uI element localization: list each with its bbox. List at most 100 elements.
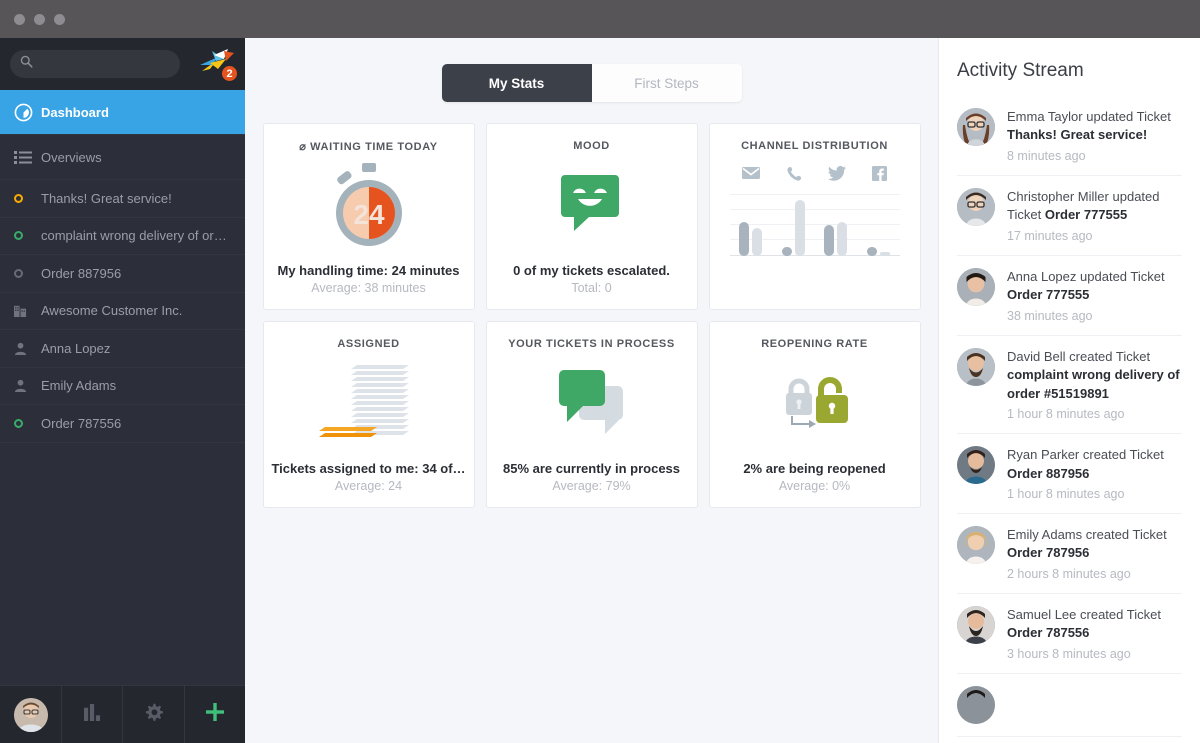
- sidebar-item-ticket-thanks[interactable]: Thanks! Great service!: [0, 180, 245, 218]
- close-window-button[interactable]: [14, 13, 25, 25]
- gear-icon: [144, 703, 163, 727]
- sidebar-item-ticket-complaint[interactable]: complaint wrong delivery of ord…: [0, 218, 245, 255]
- card-title: Mood: [573, 140, 610, 152]
- mail-icon: [742, 166, 761, 187]
- card-waiting-time: ⌀ Waiting time today 24: [262, 123, 475, 310]
- activity-text: Emma Taylor updated Ticket Thanks! Great…: [1007, 108, 1182, 145]
- activity-actor: Ryan Parker: [1007, 447, 1080, 463]
- activity-subject: Order 787956: [1007, 545, 1090, 561]
- dashboard-icon: [14, 103, 41, 122]
- card-primary-text: Tickets assigned to me: 34 of…: [271, 461, 466, 476]
- logo-cell[interactable]: 2: [188, 38, 245, 90]
- sidebar-item-label: Awesome Customer Inc.: [41, 303, 183, 319]
- app-window: 2 Dashboard Overviews Thanks! Great serv…: [0, 0, 1200, 743]
- maximize-window-button[interactable]: [54, 13, 65, 25]
- activity-actor: Samuel Lee: [1007, 606, 1077, 622]
- sidebar-item-organization[interactable]: Awesome Customer Inc.: [0, 293, 245, 330]
- activity-subject: complaint wrong delivery of order #51519…: [1007, 367, 1180, 401]
- activity-item-partial[interactable]: [957, 674, 1182, 737]
- avatar: [957, 108, 995, 146]
- card-secondary-text: Average: 0%: [778, 479, 851, 493]
- avatar: [957, 446, 995, 485]
- channel-icons: [730, 166, 900, 187]
- bar-group-phone: [781, 200, 805, 256]
- bar-twitter-average: [837, 222, 848, 256]
- activity-item[interactable]: Emma Taylor updated Ticket Thanks! Great…: [957, 96, 1182, 176]
- sidebar-item-ticket-787556[interactable]: Order 787556: [0, 405, 245, 443]
- status-ring-green-icon: [14, 231, 41, 241]
- tab-label: First Steps: [634, 75, 699, 91]
- sidebar-item-label: complaint wrong delivery of ord…: [41, 228, 231, 244]
- paper-stack-icon: [318, 362, 419, 449]
- card-title: Assigned: [337, 338, 400, 350]
- sidebar-item-user-anna-lopez[interactable]: Anna Lopez: [0, 330, 245, 368]
- bar-email-mine: [739, 222, 750, 256]
- channel-bar-chart: [729, 194, 900, 256]
- bar-facebook-average: [879, 252, 890, 256]
- activity-item[interactable]: Emily Adams created Ticket Order 787956 …: [957, 514, 1182, 594]
- activity-stream-title: Activity Stream: [957, 60, 1084, 81]
- activity-subject: Order 777555: [1007, 287, 1090, 303]
- activity-action: created Ticket: [1082, 447, 1164, 463]
- activity-actor: Christopher Miller: [1007, 188, 1109, 204]
- reports-button[interactable]: [62, 686, 124, 743]
- sidebar: 2 Dashboard Overviews Thanks! Great serv…: [0, 38, 245, 743]
- bar-phone-mine: [781, 247, 792, 256]
- sidebar-item-label: Dashboard: [41, 104, 109, 120]
- sidebar-item-dashboard[interactable]: Dashboard: [0, 90, 245, 135]
- card-channel-distribution: Channel distribution: [708, 123, 921, 310]
- activity-time: 3 hours 8 minutes ago: [1007, 646, 1131, 661]
- activity-item[interactable]: Christopher Miller updated Ticket Order …: [957, 176, 1182, 256]
- activity-item[interactable]: Samuel Lee created Ticket Order 787556 3…: [957, 594, 1182, 674]
- activity-item[interactable]: David Bell created Ticket complaint wron…: [957, 336, 1182, 435]
- stopwatch-icon: 24: [325, 162, 413, 254]
- card-art: [720, 350, 910, 461]
- bar-groups: [730, 194, 900, 256]
- card-title: Your tickets in process: [508, 338, 675, 350]
- two-speech-bubbles-icon: [553, 370, 631, 441]
- activity-action: created Ticket: [1080, 606, 1161, 622]
- sidebar-toolbar: [0, 685, 245, 743]
- activity-text: Emily Adams created Ticket Order 787956: [1007, 526, 1182, 563]
- settings-button[interactable]: [123, 686, 185, 743]
- stopwatch-value: 24: [353, 199, 385, 230]
- activity-item[interactable]: Anna Lopez updated Ticket Order 777555 3…: [957, 256, 1182, 336]
- minimize-window-button[interactable]: [34, 13, 45, 25]
- current-user-avatar-button[interactable]: [0, 686, 62, 743]
- sidebar-item-ticket-887956[interactable]: Order 887956: [0, 255, 245, 293]
- card-reopening-rate: Reopening rate: [708, 321, 921, 508]
- stats-cards-grid: ⌀ Waiting time today 24: [245, 123, 938, 508]
- activity-text: Anna Lopez updated Ticket Order 777555: [1007, 268, 1182, 305]
- avatar: [957, 685, 995, 724]
- tabs-row: My Stats First Steps: [245, 38, 938, 102]
- avatar: [957, 267, 995, 306]
- sidebar-item-user-emily-adams[interactable]: Emily Adams: [0, 368, 245, 405]
- search-box[interactable]: [10, 50, 180, 78]
- card-mood: Mood 0 of my tickets escala: [485, 123, 698, 310]
- sidebar-item-label: Overviews: [41, 149, 102, 165]
- activity-actor: Emma Taylor: [1007, 109, 1083, 124]
- user-icon: [14, 342, 41, 355]
- tab-my-stats[interactable]: My Stats: [441, 64, 592, 102]
- activity-action: created Ticket: [1069, 348, 1151, 364]
- tab-first-steps[interactable]: First Steps: [591, 64, 742, 102]
- card-title: Reopening rate: [761, 338, 868, 350]
- card-art: [497, 350, 687, 461]
- card-secondary-text: Average: 24: [334, 479, 403, 493]
- activity-stream[interactable]: Activity Stream Emma Taylor updated Tick…: [938, 38, 1200, 743]
- card-primary-text: 2% are being reopened: [743, 461, 886, 476]
- activity-action: updated Ticket: [1086, 109, 1171, 124]
- search-icon: [20, 55, 33, 73]
- sidebar-item-label: Thanks! Great service!: [41, 190, 172, 206]
- search-input[interactable]: [40, 57, 170, 71]
- activity-item[interactable]: Ryan Parker created Ticket Order 887956 …: [957, 434, 1182, 514]
- plus-icon: [204, 701, 226, 728]
- sidebar-item-overviews[interactable]: Overviews: [0, 135, 245, 180]
- bar-email-average: [752, 228, 763, 256]
- card-assigned: Assigned: [262, 321, 475, 508]
- activity-time: 38 minutes ago: [1007, 308, 1093, 323]
- activity-subject: Order 887956: [1007, 465, 1090, 481]
- new-button[interactable]: [185, 686, 245, 743]
- status-ring-orange-icon: [14, 193, 41, 203]
- notification-badge[interactable]: 2: [220, 64, 239, 83]
